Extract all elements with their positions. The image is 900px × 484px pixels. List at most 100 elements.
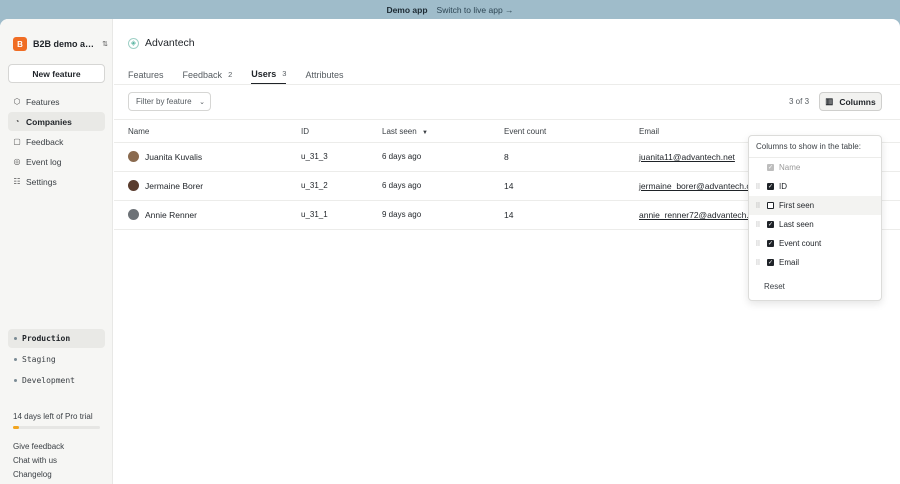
columns-icon: ▥ [825, 96, 834, 106]
env-dot-icon [14, 379, 17, 382]
app-frame: B B2B demo a… ⇅ New feature ⬡ Features ◔… [0, 19, 900, 484]
column-option-last-seen[interactable]: ⠿ ✓ Last seen [749, 215, 881, 234]
user-email[interactable]: annie_renner72@advantech. [639, 210, 749, 220]
column-option-label: Last seen [779, 220, 814, 229]
column-checkbox[interactable]: ✓ [767, 183, 774, 190]
user-id: u_31_3 [301, 152, 328, 161]
changelog-link[interactable]: Changelog [13, 470, 52, 479]
tab-label: Users [251, 68, 277, 79]
user-name[interactable]: Annie Renner [145, 210, 197, 220]
avatar [128, 209, 139, 220]
company-tabs: Features Feedback 2 Users 3 Attributes [128, 64, 362, 86]
tab-label: Attributes [305, 69, 344, 80]
avatar [128, 180, 139, 191]
tabs-divider [114, 84, 900, 85]
user-email[interactable]: jermaine_borer@advantech.c [639, 181, 751, 191]
drag-handle-icon[interactable]: ⠿ [749, 221, 767, 229]
user-event-count: 14 [504, 210, 514, 220]
sidebar-item-label: Settings [26, 176, 57, 187]
tab-feedback[interactable]: Feedback 2 [183, 64, 233, 85]
sidebar-item-label: Event log [26, 156, 62, 167]
column-checkbox[interactable]: ✓ [767, 240, 774, 247]
tab-users[interactable]: Users 3 [251, 64, 287, 85]
give-feedback-link[interactable]: Give feedback [13, 442, 64, 451]
columns-button[interactable]: ▥ Columns [819, 92, 882, 111]
column-option-event-count[interactable]: ⠿ ✓ Event count [749, 234, 881, 253]
settings-icon: ☷ [13, 177, 21, 186]
filter-by-feature-select[interactable]: Filter by feature ⌄ [128, 92, 211, 111]
column-option-label: Event count [779, 239, 822, 248]
chevron-down-icon: ⌄ [199, 98, 205, 106]
sidebar-nav: ⬡ Features ◔ Companies ▢ Feedback ◎ Even… [8, 92, 105, 192]
tab-count: 3 [282, 69, 287, 78]
trial-progress-fill [13, 426, 20, 429]
user-event-count: 8 [504, 152, 509, 162]
sidebar-item-event-log[interactable]: ◎ Event log [8, 152, 105, 171]
companies-icon: ◔ [14, 117, 20, 126]
column-checkbox[interactable]: ✓ [767, 259, 774, 266]
drag-handle-icon[interactable]: ⠿ [749, 259, 767, 267]
user-email[interactable]: juanita11@advantech.net [639, 152, 735, 162]
user-name[interactable]: Jermaine Borer [145, 181, 203, 191]
org-name: B2B demo a… [33, 39, 95, 49]
org-switcher[interactable]: B B2B demo a… ⇅ [13, 36, 108, 52]
feedback-icon: ▢ [13, 137, 21, 146]
env-label: Development [22, 376, 75, 385]
drag-handle-icon[interactable]: ⠿ [749, 183, 767, 191]
company-name: Advantech [145, 37, 195, 49]
chat-with-us-link[interactable]: Chat with us [13, 456, 57, 465]
demo-banner: Demo app Switch to live app → [0, 0, 900, 19]
sidebar-item-features[interactable]: ⬡ Features [8, 92, 105, 111]
env-label: Staging [22, 355, 56, 364]
user-id: u_31_2 [301, 181, 328, 190]
user-name[interactable]: Juanita Kuvalis [145, 152, 202, 162]
user-last-seen: 9 days ago [382, 210, 422, 219]
env-staging[interactable]: Staging [8, 350, 105, 369]
trial-progress-bar [13, 426, 100, 429]
column-header-event-count[interactable]: Event count [504, 127, 546, 136]
sidebar-item-settings[interactable]: ☷ Settings [8, 172, 105, 191]
column-option-name: ✓ Name [749, 158, 881, 177]
reset-columns-button[interactable]: Reset [764, 282, 785, 291]
columns-button-label: Columns [839, 96, 876, 107]
column-option-label: Email [779, 258, 800, 267]
sidebar: B B2B demo a… ⇅ New feature ⬡ Features ◔… [0, 19, 113, 484]
new-feature-button[interactable]: New feature [8, 64, 105, 83]
environment-list: Production Staging Development [8, 329, 105, 392]
sidebar-item-label: Feedback [26, 136, 64, 147]
tab-label: Features [128, 69, 164, 80]
sidebar-item-label: Features [26, 96, 60, 107]
switch-to-live-link[interactable]: Switch to live app → [437, 5, 514, 15]
column-option-label: Name [779, 163, 801, 172]
column-option-email[interactable]: ⠿ ✓ Email [749, 253, 881, 272]
drag-handle-icon[interactable]: ⠿ [749, 240, 767, 248]
user-last-seen: 6 days ago [382, 181, 422, 190]
env-production[interactable]: Production [8, 329, 105, 348]
sort-desc-icon: ▼ [421, 130, 428, 136]
user-last-seen: 6 days ago [382, 152, 422, 161]
column-option-label: First seen [779, 201, 815, 210]
chevron-updown-icon: ⇅ [102, 41, 108, 48]
tab-attributes[interactable]: Attributes [305, 64, 343, 85]
column-option-label: ID [779, 182, 787, 191]
event-log-icon: ◎ [13, 157, 21, 166]
filter-label: Filter by feature [136, 97, 192, 106]
org-logo: B [13, 37, 27, 51]
column-checkbox[interactable]: ✓ [767, 221, 774, 228]
tab-label: Feedback [182, 69, 223, 80]
sidebar-item-companies[interactable]: ◔ Companies [8, 112, 105, 131]
sidebar-item-feedback[interactable]: ▢ Feedback [8, 132, 105, 151]
column-header-email[interactable]: Email [639, 127, 659, 136]
column-option-id[interactable]: ⠿ ✓ ID [749, 177, 881, 196]
drag-handle-icon[interactable]: ⠿ [749, 202, 767, 210]
tab-features[interactable]: Features [128, 64, 164, 85]
env-dot-icon [14, 358, 17, 361]
column-header-last-seen[interactable]: Last seen ▼ [382, 127, 428, 136]
env-development[interactable]: Development [8, 371, 105, 390]
column-checkbox[interactable] [767, 202, 774, 209]
env-dot-icon [14, 337, 17, 340]
column-header-name[interactable]: Name [128, 127, 149, 136]
company-header: ◈ Advantech [128, 37, 195, 49]
column-header-id[interactable]: ID [301, 127, 309, 136]
column-option-first-seen[interactable]: ⠿ First seen [749, 196, 881, 215]
